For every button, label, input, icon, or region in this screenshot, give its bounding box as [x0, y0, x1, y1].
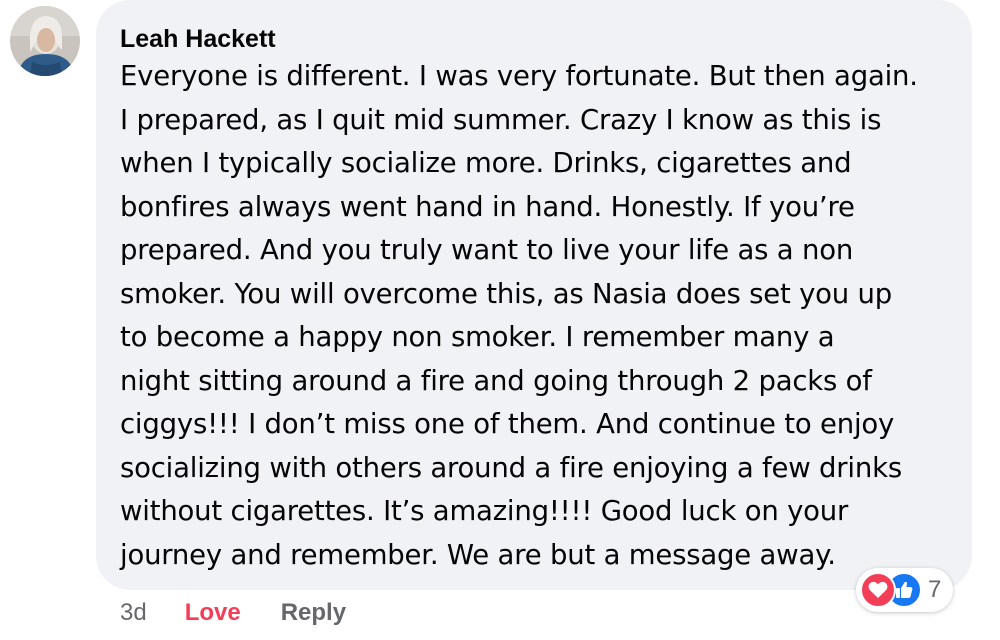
comment-bubble: Leah Hackett Everyone is different. I wa…: [96, 0, 972, 590]
reply-button[interactable]: Reply: [281, 598, 346, 628]
heart-icon: [860, 572, 896, 608]
reaction-summary[interactable]: 7: [856, 568, 954, 612]
reaction-count: 7: [928, 576, 942, 603]
comment-author[interactable]: Leah Hackett: [120, 24, 276, 54]
comment-actions: 3d Love Reply: [120, 598, 346, 628]
avatar[interactable]: [10, 6, 80, 76]
comment: Leah Hackett Everyone is different. I wa…: [0, 0, 1000, 640]
comment-body: Everyone is different. I was very fortun…: [120, 60, 918, 571]
avatar-image: [10, 6, 80, 76]
comment-timestamp[interactable]: 3d: [120, 598, 147, 628]
love-button[interactable]: Love: [185, 598, 241, 628]
